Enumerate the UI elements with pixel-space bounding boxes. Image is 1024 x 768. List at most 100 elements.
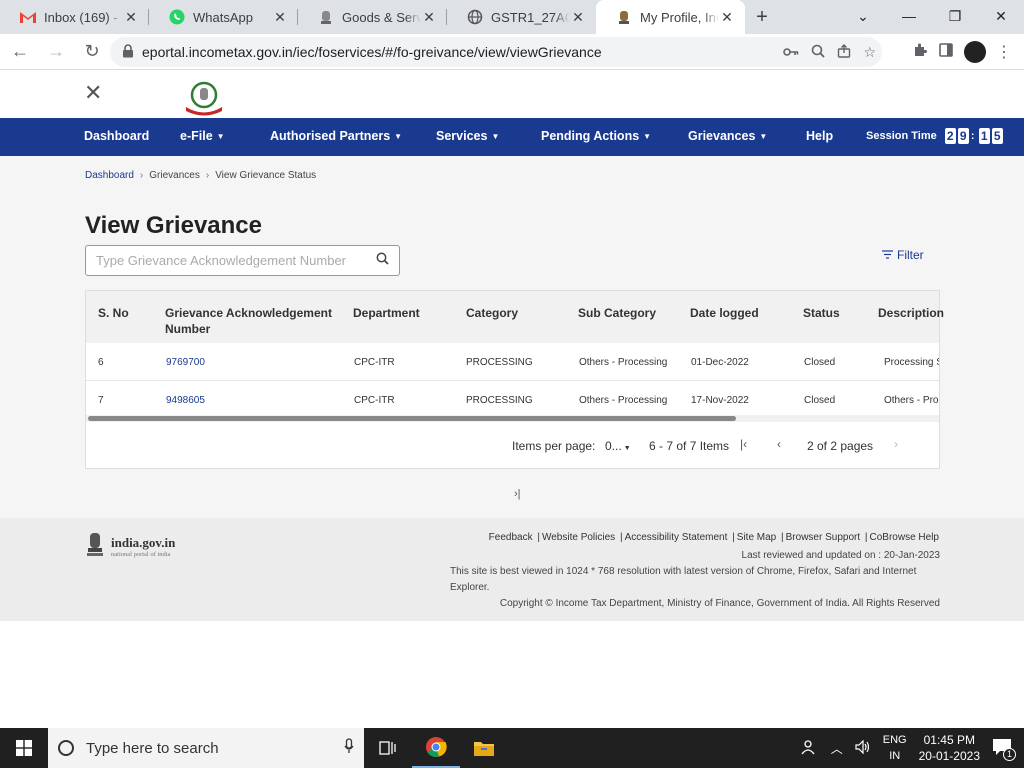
close-icon[interactable]: ✕ [123,9,139,26]
taskbar-file-explorer[interactable] [460,728,508,768]
gmail-icon [20,9,36,25]
footer-link-cobrowse-help[interactable]: CoBrowse Help [870,532,939,543]
task-view-button[interactable] [364,728,412,768]
input-language[interactable]: ENG IN [883,732,907,764]
items-per-page-select[interactable]: 0... ▼ [605,439,631,453]
column-header: Date logged [690,306,759,320]
page-count: 2 of 2 pages [807,439,874,453]
footer-link-site-map[interactable]: Site Map [737,532,776,543]
grievance-search [85,245,400,276]
grievance-number-link[interactable]: 9769700 [166,357,205,368]
people-icon[interactable] [801,739,819,758]
browser-tab-gst[interactable]: Goods & Servic ✕ [298,0,447,34]
task-view-icon [379,741,396,755]
tab-search-chevron-icon[interactable]: ⌄ [840,0,886,32]
window-close-button[interactable]: ✕ [978,0,1024,32]
clock[interactable]: 01:45 PM 20-01-2023 [919,732,980,764]
last-reviewed: Last reviewed and updated on : 20-Jan-20… [741,550,940,561]
chevron-down-icon: ▼ [643,132,652,142]
footer-link-accessibility[interactable]: Accessibility Statement [625,532,728,543]
nav-pending-actions[interactable]: Pending Actions ▼ [541,129,651,143]
forward-button[interactable]: → [40,36,72,68]
table-header: S. No Grievance Acknowledgement Number D… [86,291,944,343]
horizontal-scrollbar[interactable] [86,415,939,422]
kebab-menu-icon[interactable]: ⋮ [996,42,1012,62]
nav-dashboard[interactable]: Dashboard [84,129,149,143]
items-range: 6 - 7 of 7 Items [649,439,730,453]
first-page-icon[interactable]: |‹ [740,437,747,451]
column-header: Sub Category [578,306,657,320]
grievance-number-link[interactable]: 9498605 [166,395,205,406]
notification-badge: 1 [1003,747,1016,761]
taskbar-search-box[interactable]: Type here to search [48,728,364,768]
close-icon[interactable]: ✕ [272,9,288,26]
filter-icon [882,248,893,262]
reload-button[interactable]: ↻ [76,36,108,68]
column-header: Department [353,306,420,320]
footer-link-browser-support[interactable]: Browser Support [786,532,860,543]
close-icon[interactable]: ✕ [719,9,735,26]
close-icon[interactable]: ✕ [421,9,437,26]
taskbar-chrome[interactable] [412,728,460,768]
volume-icon[interactable] [855,739,871,757]
key-icon[interactable] [783,44,799,60]
column-header: Grievance Acknowledgement Number [165,306,332,336]
nav-help[interactable]: Help [806,129,833,143]
scrollbar-thumb[interactable] [88,416,736,421]
breadcrumb: Dashboard › Grievances › View Grievance … [85,170,316,181]
browser-tab-gmail[interactable]: Inbox (169) - au ✕ [0,0,149,34]
footer-link-website-policies[interactable]: Website Policies [542,532,615,543]
share-icon[interactable] [837,43,851,61]
breadcrumb-grievances[interactable]: Grievances [149,170,200,181]
extensions-icon[interactable] [912,42,928,63]
windows-start-button[interactable] [0,728,48,768]
microphone-icon[interactable] [344,738,354,758]
india-gov-logo[interactable]: india.gov.in national portal of india [85,530,175,562]
close-icon[interactable]: ✕ [570,9,586,26]
session-digit: 1 [978,128,990,144]
grievance-search-input[interactable] [96,253,366,268]
profile-avatar[interactable] [964,41,986,63]
best-viewed-note: This site is best viewed in 1024 * 768 r… [450,566,917,577]
table-cell: PROCESSING [466,357,533,368]
table-cell: PROCESSING [466,395,533,406]
minimize-button[interactable]: — [886,0,932,32]
income-tax-logo [180,80,228,116]
chevron-down-icon: ▼ [216,132,225,142]
column-header: Status [803,306,840,320]
restore-button[interactable]: ❐ [932,0,978,32]
prev-page-icon[interactable]: ‹ [777,437,781,451]
chevron-up-icon[interactable]: ︿ [831,740,843,757]
bookmark-star-icon[interactable]: ☆ [863,44,876,61]
table-cell: Others - Processing [579,395,668,406]
search-icon[interactable] [376,252,389,270]
grievance-table: S. No Grievance Acknowledgement Number D… [85,290,944,469]
next-page-icon[interactable]: › [894,437,898,451]
browser-tab-gstr1[interactable]: GSTR1_27AGZPI ✕ [447,0,596,34]
column-header: S. No [98,306,129,320]
nav-efile[interactable]: e-File ▼ [180,129,225,143]
last-page-icon[interactable]: ›| [514,488,521,500]
chevron-right-icon: › [205,170,210,181]
table-cell: CPC-ITR [354,357,395,368]
nav-authorised-partners[interactable]: Authorised Partners ▼ [270,129,402,143]
side-panel-icon[interactable] [938,42,954,63]
nav-grievances[interactable]: Grievances ▼ [688,129,767,143]
new-tab-button[interactable]: + [745,0,779,34]
address-bar[interactable]: eportal.incometax.gov.in/iec/foservices/… [110,37,882,67]
session-timer: Session Time 2 9 : 1 5 [866,128,1003,144]
breadcrumb-dashboard[interactable]: Dashboard [85,170,134,181]
filter-button[interactable]: Filter [882,248,924,262]
notification-center-icon[interactable]: 1 [992,738,1016,761]
nav-services[interactable]: Services ▼ [436,129,499,143]
close-icon[interactable]: ✕ [84,80,102,106]
page-title: View Grievance [85,212,262,239]
footer-link-feedback[interactable]: Feedback [489,532,533,543]
footer-links: Feedback | Website Policies | Accessibilit… [488,532,939,543]
breadcrumb-current: View Grievance Status [215,170,317,181]
browser-tab-my-profile[interactable]: My Profile, Inco ✕ [596,0,745,34]
browser-tab-whatsapp[interactable]: WhatsApp ✕ [149,0,298,34]
lock-icon [122,43,134,61]
back-button[interactable]: ← [4,36,36,68]
zoom-icon[interactable] [811,44,826,61]
